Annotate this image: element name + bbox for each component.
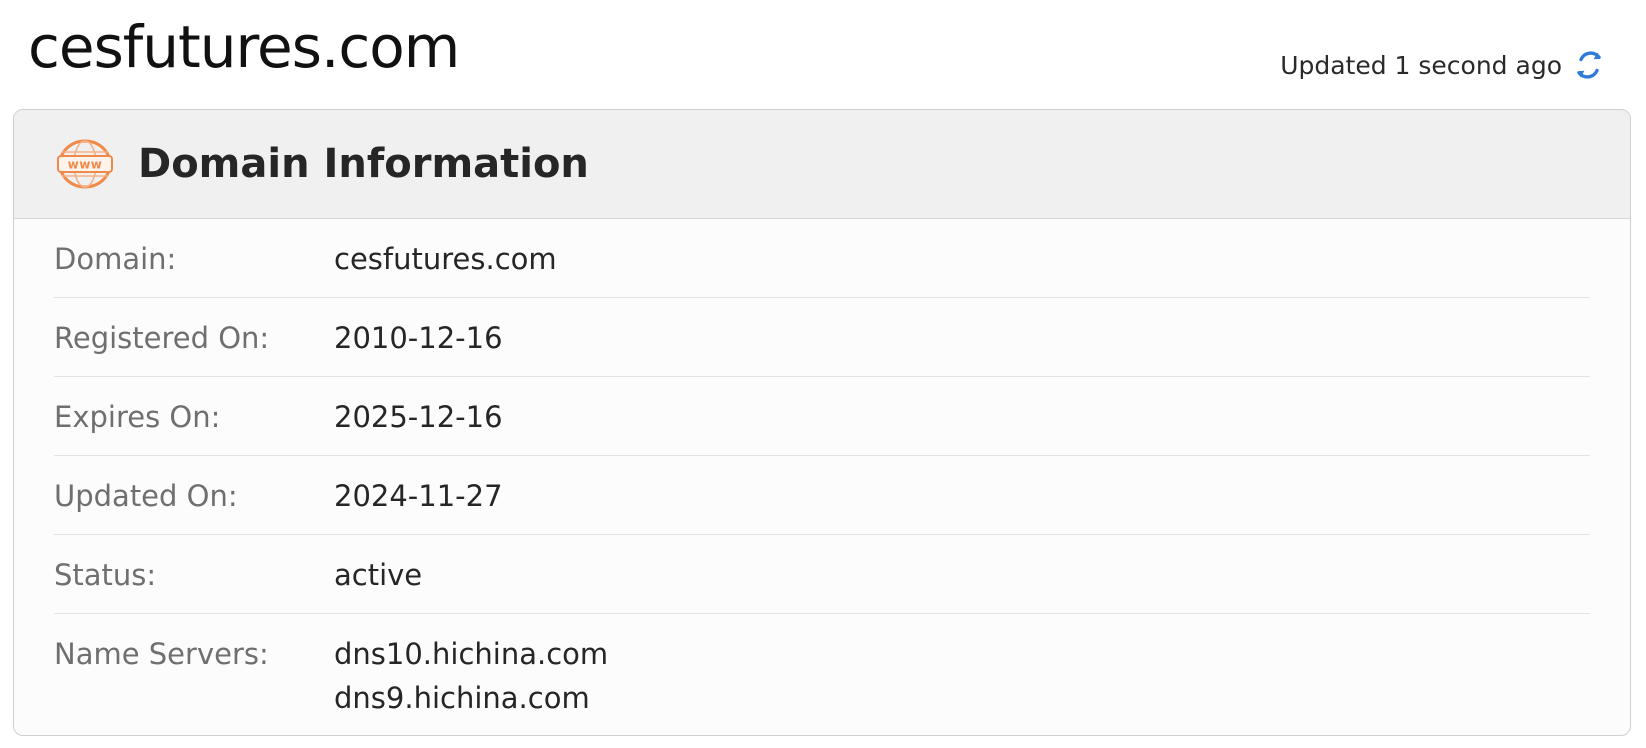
info-row-name-servers: Name Servers: dns10.hichina.com dns9.hic…: [54, 614, 1590, 717]
row-label: Updated On:: [54, 479, 238, 513]
top-bar: cesfutures.com Updated 1 second ago: [0, 0, 1646, 108]
row-value: 2024-11-27: [334, 479, 503, 513]
updated-text: Updated 1 second ago: [1280, 50, 1562, 80]
page-title: cesfutures.com: [28, 13, 460, 81]
www-globe-icon: www: [56, 138, 114, 190]
domain-information-card: www Domain Information Domain: cesfuture…: [13, 109, 1631, 736]
row-label: Registered On:: [54, 321, 270, 355]
refresh-icon[interactable]: [1572, 48, 1606, 82]
row-label: Name Servers:: [54, 637, 269, 671]
row-value: active: [334, 558, 423, 592]
info-row-status: Status: active: [54, 535, 1590, 614]
row-label: Status:: [54, 558, 157, 592]
card-title: Domain Information: [138, 141, 589, 187]
name-server-item: dns10.hichina.com: [334, 637, 609, 671]
row-label: Expires On:: [54, 400, 221, 434]
row-value: 2010-12-16: [334, 321, 503, 355]
info-row-updated-on: Updated On: 2024-11-27: [54, 456, 1590, 535]
info-row-registered-on: Registered On: 2010-12-16: [54, 298, 1590, 377]
name-server-item: dns9.hichina.com: [334, 681, 590, 716]
whois-page: cesfutures.com Updated 1 second ago www …: [0, 0, 1646, 748]
www-icon-text: www: [68, 158, 103, 172]
row-label: Domain:: [54, 242, 177, 276]
name-server-list: dns10.hichina.com dns9.hichina.com: [334, 636, 608, 717]
update-status: Updated 1 second ago: [1280, 48, 1606, 82]
info-row-domain: Domain: cesfutures.com: [54, 219, 1590, 298]
card-header: www Domain Information: [14, 110, 1630, 219]
info-rows: Domain: cesfutures.com Registered On: 20…: [14, 219, 1630, 717]
row-value: cesfutures.com: [334, 242, 557, 276]
info-row-expires-on: Expires On: 2025-12-16: [54, 377, 1590, 456]
row-value: 2025-12-16: [334, 400, 503, 434]
